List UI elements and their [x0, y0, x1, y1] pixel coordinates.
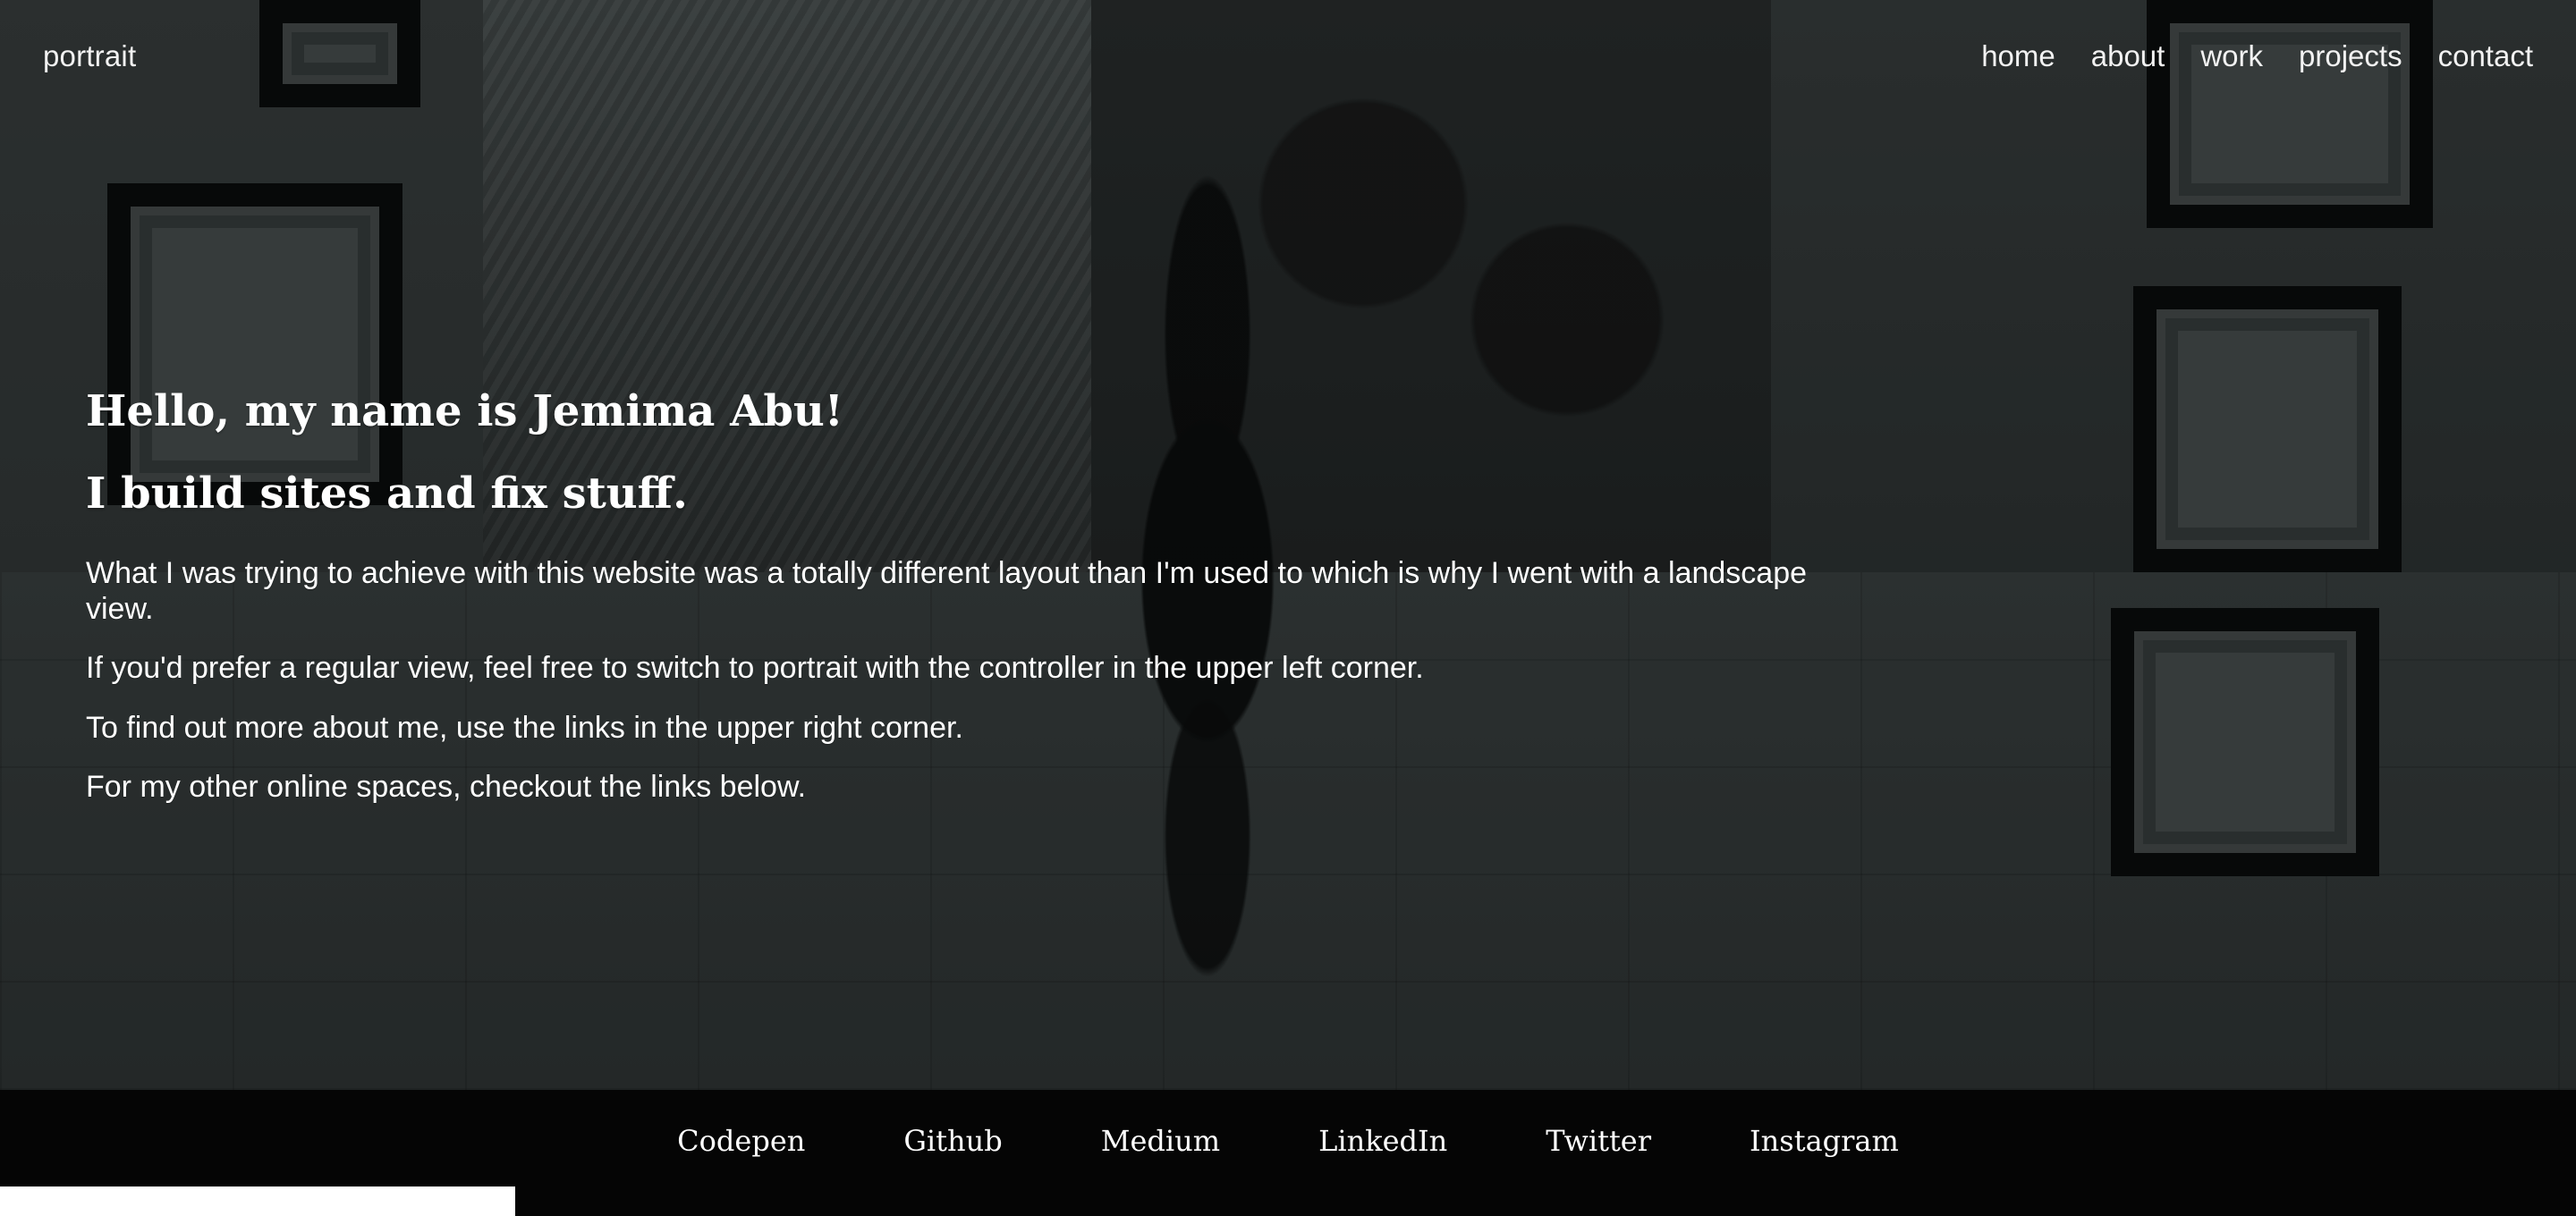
hero-section: portrait home about work projects contac… [0, 0, 2576, 1090]
intro-paragraph-4: For my other online spaces, checkout the… [86, 769, 807, 804]
footer-link-twitter[interactable]: Twitter [1546, 1124, 1651, 1158]
footer-link-codepen[interactable]: Codepen [677, 1124, 805, 1158]
intro-paragraph-1: What I was trying to achieve with this w… [86, 556, 1808, 627]
nav-work-link[interactable]: work [2200, 39, 2263, 73]
footer-social-links: Codepen Github Medium LinkedIn Twitter I… [0, 1124, 2576, 1158]
page: portrait home about work projects contac… [0, 0, 2576, 1216]
footer-left-white-bar [0, 1186, 515, 1216]
nav-contact-link[interactable]: contact [2438, 39, 2533, 73]
intro-content: Hello, my name is Jemima Abu! I build si… [86, 386, 1875, 805]
footer-link-github[interactable]: Github [903, 1124, 1002, 1158]
portrait-toggle-link[interactable]: portrait [43, 39, 136, 73]
intro-heading: Hello, my name is Jemima Abu! [86, 386, 843, 436]
top-nav: home about work projects contact [1981, 39, 2533, 73]
footer-link-instagram[interactable]: Instagram [1750, 1124, 1899, 1158]
nav-home-link[interactable]: home [1981, 39, 2055, 73]
intro-paragraph-2: If you'd prefer a regular view, feel fre… [86, 651, 1424, 686]
footer-link-linkedin[interactable]: LinkedIn [1318, 1124, 1447, 1158]
footer: Codepen Github Medium LinkedIn Twitter I… [0, 1090, 2576, 1216]
intro-paragraph-3: To find out more about me, use the links… [86, 710, 963, 745]
footer-link-medium[interactable]: Medium [1101, 1124, 1220, 1158]
nav-projects-link[interactable]: projects [2299, 39, 2402, 73]
intro-subheading: I build sites and fix stuff. [86, 468, 688, 519]
nav-about-link[interactable]: about [2091, 39, 2165, 73]
